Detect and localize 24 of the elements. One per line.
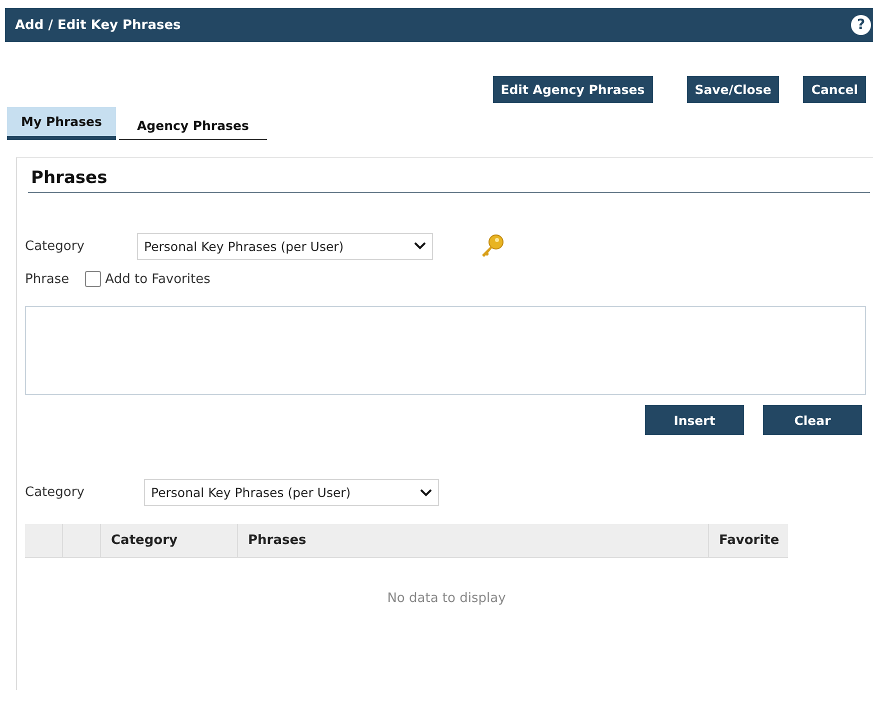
- field-label: Phrase: [25, 272, 70, 286]
- cancel-button[interactable]: Cancel: [803, 76, 866, 103]
- empty-message: No data to display: [387, 591, 506, 606]
- field-label: Category: [25, 485, 86, 500]
- column-header[interactable]: Category: [111, 533, 178, 548]
- favorite-checkbox[interactable]: [85, 271, 102, 287]
- tab[interactable]: My Phrases: [7, 107, 116, 140]
- column-header[interactable]: Phrases: [248, 533, 306, 548]
- insert-button[interactable]: Insert: [645, 405, 744, 435]
- category-select[interactable]: Personal Key Phrases (per User): [144, 479, 439, 506]
- field-label: Category: [25, 238, 86, 254]
- edit-phrases-button[interactable]: Edit Agency Phrases: [492, 76, 653, 103]
- checkbox-label: Add to Favorites: [105, 272, 210, 286]
- phrase-input[interactable]: [25, 306, 866, 395]
- tab[interactable]: Agency Phrases: [118, 107, 267, 140]
- category-select[interactable]: Personal Key Phrases (per User): [137, 232, 433, 260]
- column-header[interactable]: Favorite: [719, 533, 780, 548]
- clear-button[interactable]: Clear: [763, 405, 862, 435]
- section-title: Phrases: [28, 158, 870, 193]
- chevron-down-icon: [420, 488, 432, 496]
- help-icon[interactable]: ?: [851, 15, 871, 35]
- window-title: Add / Edit Key Phrases: [15, 18, 181, 32]
- save-close-button[interactable]: Save/Close: [686, 76, 780, 103]
- chevron-down-icon: [414, 242, 426, 250]
